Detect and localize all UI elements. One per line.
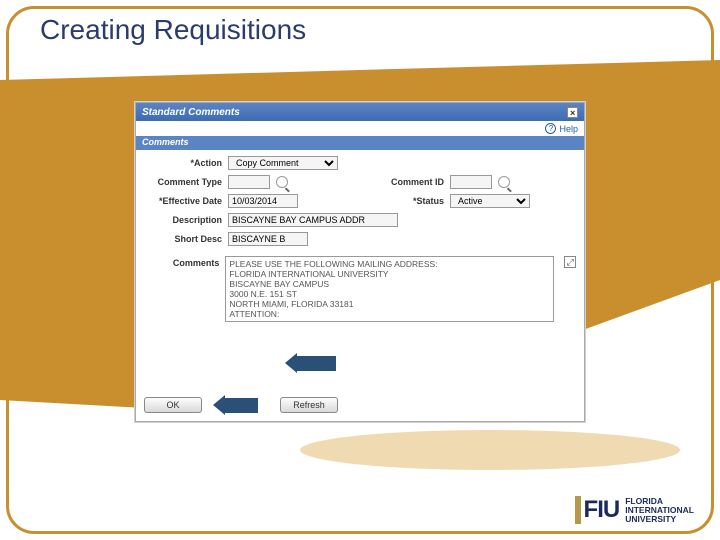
logo-text: FLORIDA INTERNATIONAL UNIVERSITY xyxy=(625,497,694,524)
ok-button[interactable]: OK xyxy=(144,397,202,413)
short-desc-label: Short Desc xyxy=(144,234,222,244)
logo-mark: FIU xyxy=(575,496,620,524)
page-title: Creating Requisitions xyxy=(40,14,306,46)
comment-id-label: Comment ID xyxy=(374,177,444,187)
action-select[interactable]: Copy Comment xyxy=(228,156,338,170)
search-icon[interactable] xyxy=(498,176,510,188)
effective-date-label: *Effective Date xyxy=(144,196,222,206)
callout-arrow-ok xyxy=(224,398,258,413)
help-link[interactable]: Help xyxy=(559,124,578,134)
action-label: *Action xyxy=(144,158,222,168)
effective-date-input[interactable] xyxy=(228,194,298,208)
description-label: Description xyxy=(144,215,222,225)
help-icon[interactable]: ? xyxy=(545,123,556,134)
refresh-button[interactable]: Refresh xyxy=(280,397,338,413)
callout-arrow-attention xyxy=(296,356,336,371)
status-label: *Status xyxy=(374,196,444,206)
dialog-header: Standard Comments × xyxy=(136,103,584,121)
short-desc-input[interactable] xyxy=(228,232,308,246)
comments-label: Comments xyxy=(144,256,219,268)
standard-comments-dialog: Standard Comments × ? Help Comments *Act… xyxy=(135,102,585,422)
fiu-logo: FIU FLORIDA INTERNATIONAL UNIVERSITY xyxy=(575,496,694,524)
button-row: OK Refresh xyxy=(144,397,338,413)
dialog-title: Standard Comments xyxy=(142,107,240,118)
comment-type-label: Comment Type xyxy=(144,177,222,187)
comments-section-bar: Comments xyxy=(136,136,584,150)
comment-type-input[interactable] xyxy=(228,175,270,189)
search-icon[interactable] xyxy=(276,176,288,188)
background-swoosh-light xyxy=(300,430,680,470)
description-input[interactable] xyxy=(228,213,398,227)
close-icon[interactable]: × xyxy=(567,107,578,118)
expand-icon[interactable]: ⤢ xyxy=(564,256,576,268)
help-row: ? Help xyxy=(136,121,584,136)
form-grid: *Action Copy Comment Comment Type Commen… xyxy=(136,150,584,252)
comments-textarea[interactable]: PLEASE USE THE FOLLOWING MAILING ADDRESS… xyxy=(225,256,554,322)
comment-id-input[interactable] xyxy=(450,175,492,189)
status-select[interactable]: Active xyxy=(450,194,530,208)
